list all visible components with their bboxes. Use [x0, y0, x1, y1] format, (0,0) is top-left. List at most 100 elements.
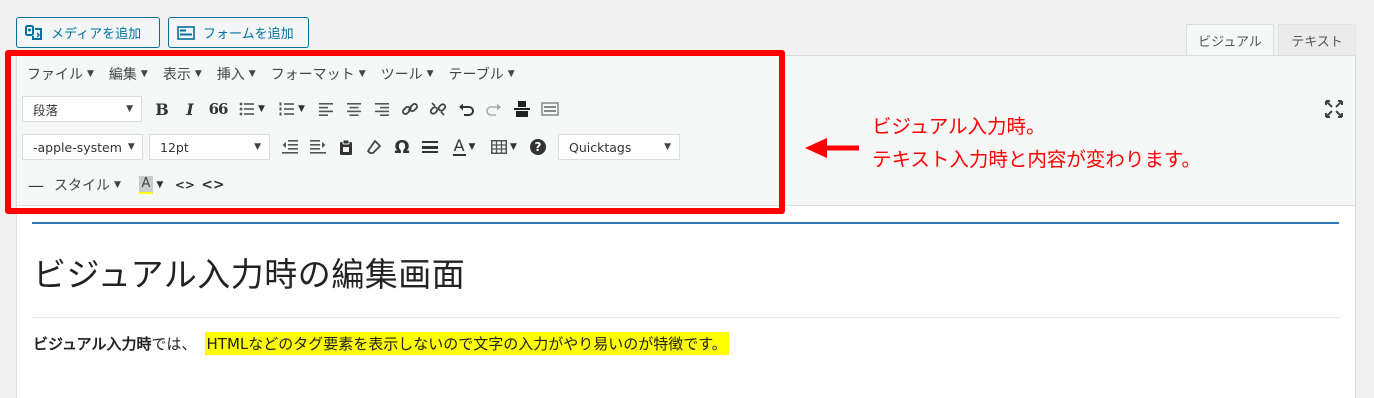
omega-icon: Ω	[394, 136, 410, 158]
tab-text[interactable]: テキスト	[1278, 24, 1356, 55]
text-color-icon: A	[452, 136, 466, 156]
menu-table[interactable]: テーブル ▼	[449, 64, 515, 84]
add-form-button[interactable]: フォームを追加	[168, 17, 309, 48]
align-left-icon	[319, 102, 333, 116]
menu-insert[interactable]: 挿入 ▼	[217, 64, 256, 84]
style-menu[interactable]: スタイル ▼	[54, 175, 121, 195]
menu-table-label: テーブル	[448, 67, 504, 83]
heading-separator	[32, 317, 1339, 318]
media-icon	[25, 24, 43, 41]
para-strong-text: ビジュアル入力時	[33, 335, 152, 353]
link-icon	[402, 103, 418, 115]
remove-link-button[interactable]	[424, 95, 452, 123]
help-icon: ?	[530, 139, 546, 155]
caret-down-icon: ▼	[156, 180, 164, 190]
italic-icon: I	[186, 99, 194, 119]
horizontal-line-button[interactable]	[416, 133, 444, 161]
code-button[interactable]: <>	[171, 171, 199, 199]
add-media-button[interactable]: メディアを追加	[16, 17, 160, 48]
bullet-list-button[interactable]: ▼	[232, 95, 272, 123]
caret-down-icon: ▼	[114, 180, 121, 190]
caret-down-icon: ▼	[254, 142, 261, 152]
horizontal-rule-button[interactable]: —	[22, 171, 50, 199]
bold-button[interactable]: B	[148, 95, 176, 123]
style-menu-label: スタイル	[54, 178, 110, 194]
toolbar-row-3: — スタイル ▼ A ▼ <> <>	[22, 170, 227, 200]
caret-down-icon: ▼	[468, 142, 476, 152]
paragraph-format-select[interactable]: 段落 ▼	[22, 96, 142, 122]
undo-button[interactable]	[452, 95, 480, 123]
caret-down-icon: ▼	[664, 142, 671, 152]
insert-more-button[interactable]	[508, 95, 536, 123]
menubar: ファイル ▼ 編集 ▼ 表示 ▼ 挿入 ▼ フォーマット ▼ ツール ▼ テーブル ▼	[27, 64, 515, 84]
toolbar-row-1: 段落 ▼ B I 66 ▼ ▼	[22, 94, 564, 124]
caret-down-icon: ▼	[194, 69, 202, 79]
quicktags-value: Quicktags	[569, 139, 632, 155]
table-button[interactable]: ▼	[484, 133, 524, 161]
outdent-icon	[282, 140, 298, 154]
font-family-select[interactable]: -apple-system ▼	[22, 134, 143, 160]
content-divider	[32, 222, 1339, 224]
code-block-button[interactable]: <>	[199, 171, 227, 199]
text-color-button[interactable]: A ▼	[444, 133, 484, 161]
insert-link-button[interactable]	[396, 95, 424, 123]
font-size-select[interactable]: 12pt ▼	[149, 134, 270, 160]
italic-button[interactable]: I	[176, 95, 204, 123]
menu-tools[interactable]: ツール ▼	[381, 64, 434, 84]
menu-view-label: 表示	[162, 67, 191, 83]
menu-format[interactable]: フォーマット ▼	[271, 64, 366, 84]
toolbar-toggle-button[interactable]	[536, 95, 564, 123]
numbered-list-button[interactable]: ▼	[272, 95, 312, 123]
menu-insert-label: 挿入	[216, 67, 245, 83]
align-center-icon	[347, 102, 361, 116]
help-button[interactable]: ?	[524, 133, 552, 161]
align-left-button[interactable]	[312, 95, 340, 123]
tab-visual[interactable]: ビジュアル	[1186, 24, 1274, 55]
align-right-button[interactable]	[368, 95, 396, 123]
table-icon	[491, 140, 508, 154]
annotation-line-2: テキスト入力時と内容が変わります。	[872, 148, 1201, 171]
content-heading[interactable]: ビジュアル入力時の編集画面	[33, 248, 465, 296]
keyboard-icon	[541, 102, 559, 116]
menu-edit[interactable]: 編集 ▼	[109, 64, 148, 84]
page-break-icon	[514, 101, 530, 117]
align-center-button[interactable]	[340, 95, 368, 123]
para-normal-text: では、	[151, 335, 197, 353]
numbered-list-icon	[279, 102, 295, 116]
dash-icon: —	[28, 175, 44, 195]
caret-down-icon: ▼	[126, 104, 133, 114]
redo-button[interactable]	[480, 95, 508, 123]
menu-file-label: ファイル	[27, 67, 83, 83]
quicktags-select[interactable]: Quicktags ▼	[558, 134, 680, 160]
menu-edit-label: 編集	[108, 67, 137, 83]
paste-as-text-button[interactable]	[332, 133, 360, 161]
caret-down-icon: ▼	[510, 142, 517, 152]
eraser-icon	[367, 140, 381, 154]
blockquote-button[interactable]: 66	[204, 95, 232, 123]
caret-down-icon: ▼	[507, 69, 515, 79]
caret-down-icon: ▼	[127, 142, 135, 152]
bold-icon: B	[155, 99, 169, 119]
code-block-icon: <>	[201, 177, 225, 193]
outdent-button[interactable]	[276, 133, 304, 161]
content-paragraph[interactable]: ビジュアル入力時 では、 HTMLなどのタグ要素を表示しないので文字の入力がやり易い…	[33, 332, 729, 355]
caret-down-icon: ▼	[358, 69, 366, 79]
menu-file[interactable]: ファイル ▼	[27, 64, 94, 84]
clear-formatting-button[interactable]	[360, 133, 388, 161]
special-character-button[interactable]: Ω	[388, 133, 416, 161]
annotation-note: ビジュアル入力時。 テキスト入力時と内容が変わります。	[872, 110, 1201, 176]
caret-down-icon: ▼	[87, 69, 94, 79]
background-color-button[interactable]: A ▼	[131, 171, 171, 199]
fullscreen-icon	[1325, 100, 1343, 118]
code-icon: <>	[174, 178, 195, 192]
annotation-arrow-icon	[805, 137, 861, 163]
paragraph-format-value: 段落	[33, 102, 59, 118]
menu-view[interactable]: 表示 ▼	[163, 64, 202, 84]
caret-down-icon: ▼	[258, 104, 265, 114]
fullscreen-button[interactable]	[1323, 98, 1345, 120]
para-highlight-text: HTMLなどのタグ要素を表示しないので文字の入力がやり易いのが特徴です。	[204, 332, 729, 355]
indent-button[interactable]	[304, 133, 332, 161]
caret-down-icon: ▼	[426, 69, 434, 79]
undo-icon	[459, 103, 474, 116]
quote-icon: 66	[208, 100, 229, 118]
